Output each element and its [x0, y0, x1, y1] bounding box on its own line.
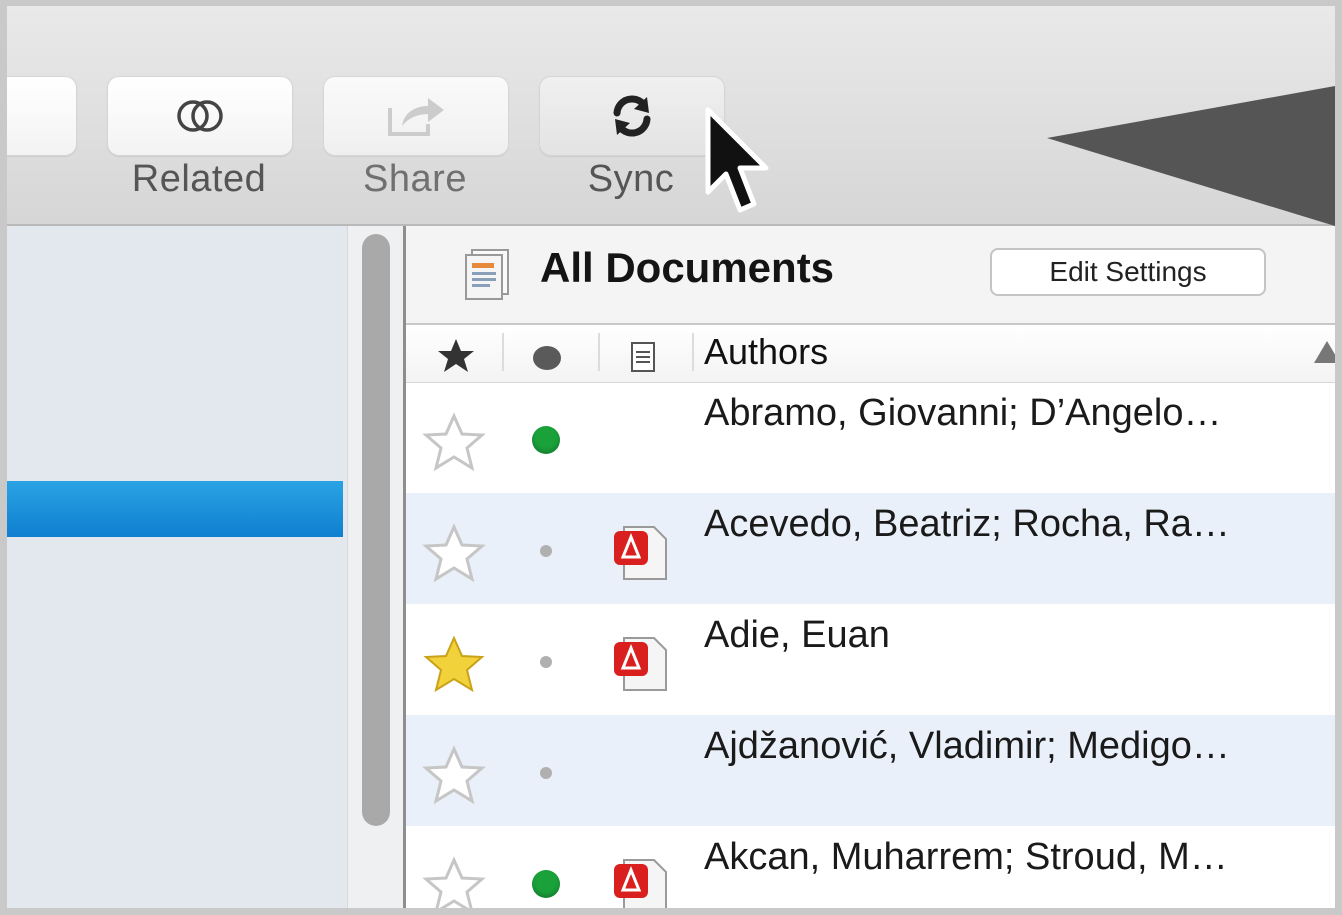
- column-separator: [598, 333, 600, 371]
- pdf-file-icon[interactable]: [610, 632, 672, 694]
- document-list-pane: All Documents Edit Settings Authors Abra…: [406, 226, 1335, 908]
- authors-column-header[interactable]: Authors: [704, 331, 828, 373]
- star-outline-icon[interactable]: [422, 412, 486, 472]
- sort-ascending-icon[interactable]: [1314, 339, 1335, 365]
- share-arrow-icon: [388, 98, 444, 136]
- related-circles-icon: [177, 100, 223, 132]
- table-row[interactable]: Ajdžanović, Vladimir; Medigo…: [406, 715, 1335, 826]
- star-filled-icon[interactable]: [422, 634, 486, 694]
- toolbar: Related Share Sync: [7, 6, 1335, 226]
- sidebar: [7, 226, 347, 908]
- share-label: Share: [363, 158, 467, 200]
- author-cell: Adie, Euan: [704, 614, 890, 656]
- edit-settings-button[interactable]: Edit Settings: [990, 248, 1266, 296]
- app-window: Related Share Sync All Documents Edit Se…: [7, 6, 1335, 908]
- read-status-dot[interactable]: [540, 656, 552, 668]
- author-cell: Ajdžanović, Vladimir; Medigo…: [704, 725, 1230, 767]
- star-outline-icon[interactable]: [422, 856, 486, 908]
- share-button[interactable]: [323, 76, 509, 156]
- star-icon[interactable]: [436, 337, 476, 375]
- author-cell: Acevedo, Beatriz; Rocha, Ra…: [704, 503, 1230, 545]
- sidebar-selected-item[interactable]: [7, 481, 343, 537]
- author-cell: Abramo, Giovanni; D’Angelo…: [704, 392, 1222, 434]
- callout-pointer-shape: [1047, 86, 1335, 226]
- document-icon[interactable]: [630, 341, 656, 373]
- toolbar-button-partial[interactable]: [7, 76, 77, 156]
- dot-icon[interactable]: [532, 345, 562, 371]
- read-status-dot[interactable]: [540, 545, 552, 557]
- unread-status-dot[interactable]: [532, 870, 560, 898]
- documents-collection-icon: [465, 249, 509, 300]
- related-button[interactable]: [107, 76, 293, 156]
- pdf-file-icon[interactable]: [610, 521, 672, 583]
- table-row[interactable]: Akcan, Muharrem; Stroud, M…: [406, 826, 1335, 908]
- read-status-dot[interactable]: [540, 767, 552, 779]
- star-outline-icon[interactable]: [422, 523, 486, 583]
- star-outline-icon[interactable]: [422, 745, 486, 805]
- page-title: All Documents: [540, 244, 835, 291]
- sidebar-scrollbar[interactable]: [347, 226, 404, 908]
- unread-status-dot[interactable]: [532, 426, 560, 454]
- table-row[interactable]: Acevedo, Beatriz; Rocha, Ra…: [406, 493, 1335, 604]
- document-list: Abramo, Giovanni; D’Angelo… Acevedo, Bea…: [406, 382, 1335, 908]
- sync-label: Sync: [587, 158, 675, 200]
- sync-arrows-icon: [613, 95, 651, 137]
- table-row[interactable]: Adie, Euan: [406, 604, 1335, 715]
- column-header-row: Authors: [406, 325, 1335, 383]
- mouse-cursor-icon: [705, 107, 769, 213]
- column-separator: [502, 333, 504, 371]
- author-cell: Akcan, Muharrem; Stroud, M…: [704, 836, 1228, 878]
- collection-header: All Documents Edit Settings: [406, 226, 1335, 325]
- sync-button[interactable]: [539, 76, 725, 156]
- related-label: Related: [131, 158, 267, 200]
- column-separator: [692, 333, 694, 371]
- pdf-file-icon[interactable]: [610, 854, 672, 908]
- scrollbar-thumb[interactable]: [362, 234, 390, 826]
- table-row[interactable]: Abramo, Giovanni; D’Angelo…: [406, 382, 1335, 493]
